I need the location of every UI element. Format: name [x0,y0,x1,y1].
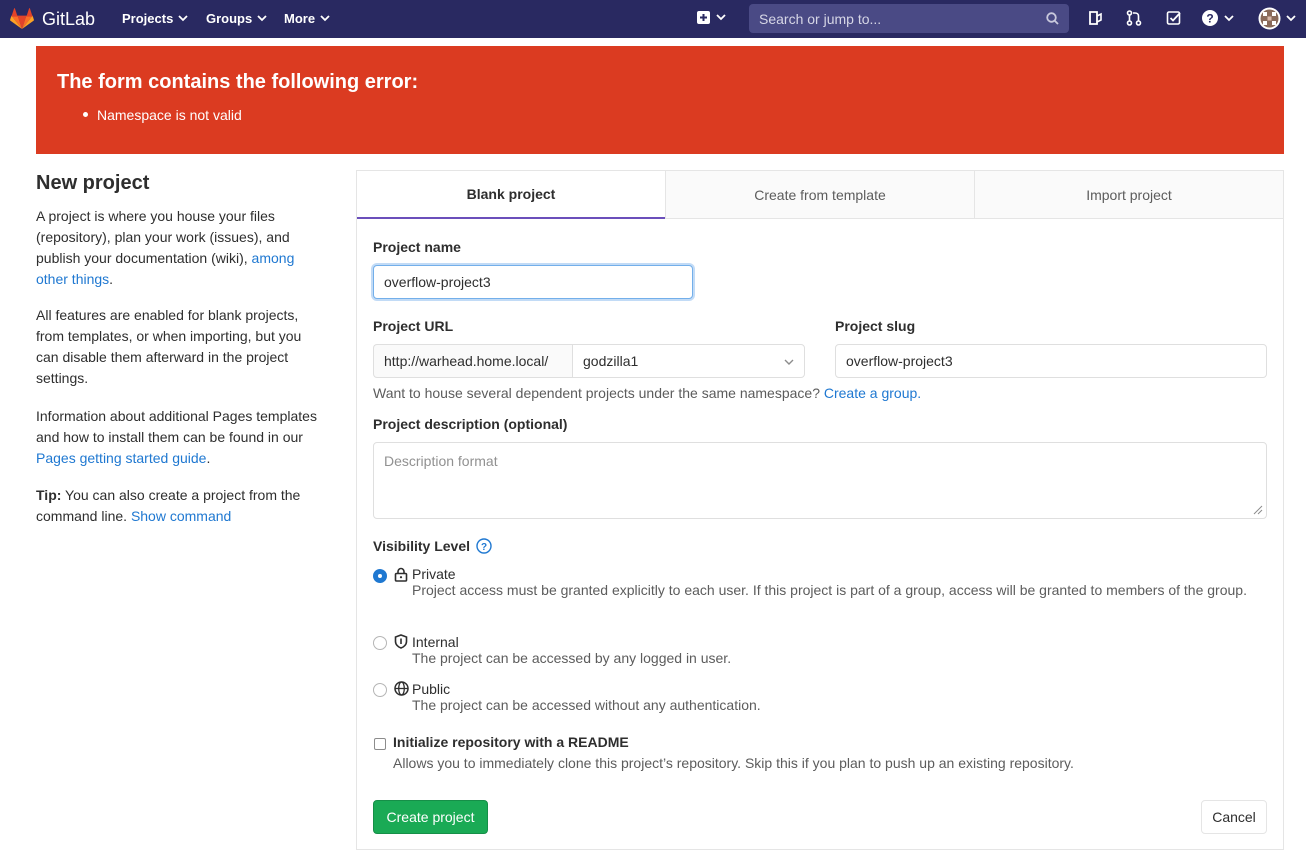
description-textarea[interactable]: Description format [373,442,1267,519]
search-input[interactable]: Search or jump to... [749,4,1069,33]
chevron-down-icon [1286,15,1296,22]
tab-create-from-template[interactable]: Create from template [665,171,974,218]
user-dropdown[interactable] [1258,7,1296,30]
description-label: Project description (optional) [373,416,568,432]
namespace-select[interactable]: godzilla1 [572,344,805,378]
top-navbar: GitLab Projects Groups More Search or ju… [0,0,1306,38]
create-group-link[interactable]: Create a group. [824,385,921,401]
avatar [1258,7,1281,30]
project-url-label: Project URL [373,318,454,334]
create-project-button[interactable]: Create project [373,800,488,834]
nav-groups-label: Groups [206,11,253,26]
description-placeholder: Description format [384,453,498,469]
cancel-button[interactable]: Cancel [1201,800,1267,834]
readme-desc: Allows you to immediately clone this pro… [393,755,1074,771]
page-title: New project [36,172,150,194]
project-name-input[interactable]: overflow-project3 [373,265,693,299]
readme-label[interactable]: Initialize repository with a README [393,734,629,750]
question-circle-icon[interactable]: ? [476,538,492,554]
pages-guide-link[interactable]: Pages getting started guide [36,450,206,466]
visibility-internal-radio[interactable] [373,636,387,650]
visibility-public-desc: The project can be accessed without any … [412,697,761,713]
tip-label: Tip: [36,487,62,503]
intro-end: . [109,271,114,287]
project-slug-input[interactable]: overflow-project3 [835,344,1267,378]
issues-check-icon[interactable] [1166,10,1182,26]
chevron-down-icon [1224,14,1234,21]
readme-checkbox[interactable] [374,738,386,750]
group-help: Want to house several dependent projects… [373,385,921,401]
search-placeholder: Search or jump to... [759,11,882,27]
project-slug-label: Project slug [835,318,916,334]
visibility-label-row: Visibility Level ? [373,538,492,554]
project-tabs: Blank project Create from template Impor… [357,171,1283,219]
globe-icon [394,681,409,696]
nav-more-label: More [284,11,316,26]
group-help-text: Want to house several dependent projects… [373,385,820,401]
svg-text:?: ? [481,542,487,553]
todo-icon[interactable] [1087,10,1103,26]
bullet-icon [83,112,88,117]
new-project-panel: Blank project Create from template Impor… [356,170,1284,850]
visibility-internal-desc: The project can be accessed by any logge… [412,650,732,666]
chevron-down-icon [784,359,794,365]
nav-more[interactable]: More [284,11,330,26]
search-icon [1046,12,1059,25]
help-dropdown[interactable]: ? [1202,10,1234,26]
error-item: Namespace is not valid [97,107,242,123]
intro-paragraph: A project is where you house your files … [36,206,321,290]
nav-projects[interactable]: Projects [122,11,188,26]
show-command-link[interactable]: Show command [131,508,231,524]
visibility-public-radio[interactable] [373,683,387,697]
svg-text:?: ? [1206,12,1213,26]
visibility-private-desc: Project access must be granted explicitl… [412,582,1247,598]
nav-groups[interactable]: Groups [206,11,267,26]
tab-blank-project[interactable]: Blank project [357,171,665,219]
gitlab-tanuki-icon [10,8,34,29]
chevron-down-icon [178,15,188,22]
new-dropdown[interactable] [697,11,726,24]
chevron-down-icon [320,15,330,22]
url-prefix: http://warhead.home.local/ [373,344,573,378]
features-paragraph: All features are enabled for blank proje… [36,307,302,386]
pages-paragraph: Information about additional Pages templ… [36,406,321,469]
merge-request-icon[interactable] [1126,10,1142,26]
nav-projects-label: Projects [122,11,174,26]
chevron-down-icon [716,14,726,21]
gitlab-logo[interactable]: GitLab [10,8,95,30]
namespace-value: godzilla1 [583,353,639,369]
visibility-label: Visibility Level [373,538,471,554]
tip-paragraph: Tip: You can also create a project from … [36,485,321,527]
error-title: The form contains the following error: [57,71,419,93]
help-icon: ? [1202,10,1218,26]
resize-handle-icon[interactable] [1253,505,1263,515]
chevron-down-icon [257,15,267,22]
error-alert: The form contains the following error: N… [36,46,1284,154]
lock-icon [394,567,408,582]
pages-text: Information about additional Pages templ… [36,408,317,445]
plus-square-icon [697,11,710,24]
visibility-private-radio[interactable] [373,569,387,583]
shield-icon [394,634,408,649]
app-name: GitLab [42,8,96,29]
project-name-label: Project name [373,239,461,255]
pages-end: . [206,450,211,466]
tab-import-project[interactable]: Import project [974,171,1283,218]
